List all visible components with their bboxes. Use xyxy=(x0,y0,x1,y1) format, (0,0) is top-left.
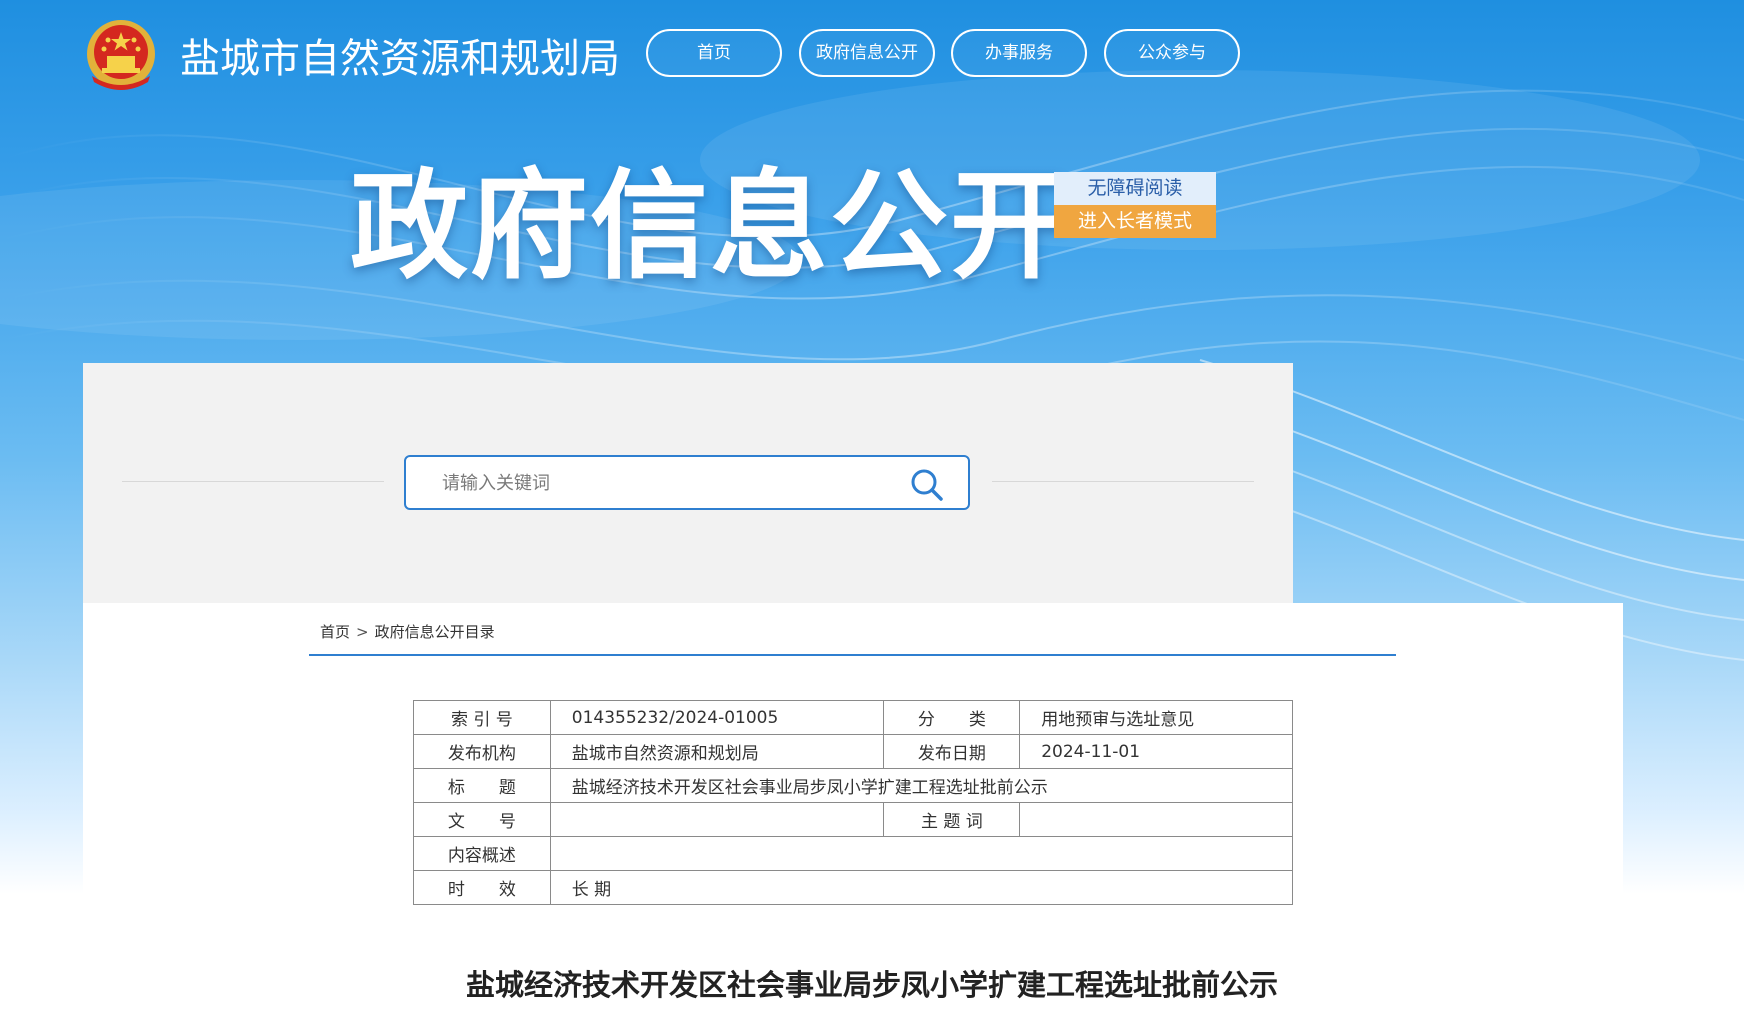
keywords-value xyxy=(1019,802,1293,837)
index-number-label: 索 引 号 xyxy=(413,700,551,735)
search-divider-left xyxy=(122,481,384,482)
category-value: 用地预审与选址意见 xyxy=(1019,700,1293,735)
category-label: 分 类 xyxy=(883,700,1021,735)
elder-mode-button[interactable]: 进入长者模式 xyxy=(1054,205,1216,238)
summary-value xyxy=(549,836,1294,871)
nav-gov-info-disclosure[interactable]: 政府信息公开 xyxy=(799,29,935,77)
breadcrumb: 首页 > 政府信息公开目录 xyxy=(320,621,495,642)
table-row: 发布机构 盐城市自然资源和规划局 发布日期 2024-11-01 xyxy=(413,734,1293,769)
summary-label: 内容概述 xyxy=(413,836,551,871)
publisher-value: 盐城市自然资源和规划局 xyxy=(549,734,885,769)
article-title: 盐城经济技术开发区社会事业局步凤小学扩建工程选址批前公示 xyxy=(465,968,1278,1002)
document-number-value xyxy=(549,802,885,837)
hero-title: 政府信息公开 xyxy=(350,157,1071,295)
document-number-label: 文 号 xyxy=(413,802,551,837)
title-label: 标 题 xyxy=(413,768,551,803)
nav-public-participation[interactable]: 公众参与 xyxy=(1104,29,1240,77)
table-row: 文 号 主 题 词 xyxy=(413,802,1293,837)
breadcrumb-gov-info-catalog[interactable]: 政府信息公开目录 xyxy=(375,621,495,642)
title-value: 盐城经济技术开发区社会事业局步凤小学扩建工程选址批前公示 xyxy=(549,768,1294,803)
accessibility-button[interactable]: 无障碍阅读 xyxy=(1054,172,1216,205)
breadcrumb-separator: > xyxy=(356,623,369,641)
validity-value: 长 期 xyxy=(549,870,1294,905)
table-row: 时 效 长 期 xyxy=(413,870,1294,905)
index-number-value: 014355232/2024-01005 xyxy=(549,700,885,735)
nav-home[interactable]: 首页 xyxy=(646,29,782,77)
site-title[interactable]: 盐城市自然资源和规划局 xyxy=(180,26,620,84)
validity-label: 时 效 xyxy=(413,870,551,905)
search-icon[interactable] xyxy=(909,467,945,503)
national-emblem-icon xyxy=(82,18,160,94)
search-divider-right xyxy=(992,481,1254,482)
metadata-table: 索 引 号 014355232/2024-01005 分 类 用地预审与选址意见… xyxy=(413,700,1294,905)
breadcrumb-home[interactable]: 首页 xyxy=(320,621,350,642)
nav-services[interactable]: 办事服务 xyxy=(951,29,1087,77)
publish-date-value: 2024-11-01 xyxy=(1019,734,1293,769)
breadcrumb-underline xyxy=(309,654,1396,656)
search-box xyxy=(404,455,970,510)
keywords-label: 主 题 词 xyxy=(883,802,1021,837)
table-row: 标 题 盐城经济技术开发区社会事业局步凤小学扩建工程选址批前公示 xyxy=(413,768,1294,803)
table-row: 索 引 号 014355232/2024-01005 分 类 用地预审与选址意见 xyxy=(413,700,1293,735)
publish-date-label: 发布日期 xyxy=(883,734,1021,769)
publisher-label: 发布机构 xyxy=(413,734,551,769)
search-input[interactable] xyxy=(442,470,882,496)
table-row: 内容概述 xyxy=(413,836,1294,871)
